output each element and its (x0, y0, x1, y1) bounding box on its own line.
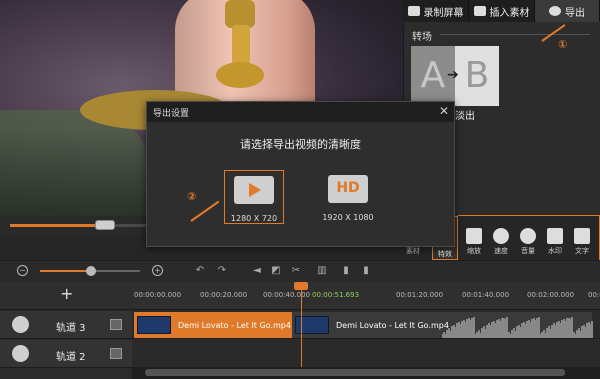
ruler-tick: 00:01:20.000 (396, 291, 444, 299)
ruler-tick: 00:02:2 (588, 291, 600, 299)
hd-video-icon: HD (328, 175, 368, 203)
video-clip-selected[interactable]: Demi Lovato - Let It Go.mp4 (134, 312, 292, 338)
add-track-icon[interactable]: + (60, 286, 74, 302)
film-reel-icon (12, 345, 29, 362)
volume-icon (520, 228, 536, 244)
highlight-frame-top (458, 215, 600, 216)
tab-insert-media[interactable]: 插入素材 (469, 0, 535, 22)
top-tabs: 录制屏幕 插入素材 导出 (403, 0, 600, 22)
zoom-icon (466, 228, 482, 244)
annotation-step-1: ① (558, 38, 568, 51)
option-1080p[interactable]: HD 1920 X 1080 (318, 170, 378, 224)
annotation-arrow-2 (190, 200, 220, 222)
tab-label: 导出 (565, 7, 585, 19)
cut-icon[interactable]: ✂ (290, 265, 302, 277)
zoom-slider-fill (40, 270, 90, 272)
video-play-icon (234, 176, 274, 204)
tool-text[interactable]: 文字 (570, 228, 594, 256)
redo-icon[interactable]: ↷ (216, 265, 228, 277)
vertical-tab-label: 特效 (438, 250, 452, 258)
clip-thumbnail (137, 316, 171, 334)
tool-label: 速度 (494, 247, 508, 255)
video-clip[interactable]: Demi Lovato - Let It Go.mp4 (292, 312, 593, 338)
audio-bars-icon[interactable]: ▮ (340, 265, 352, 277)
annotation-step-2: ② (187, 190, 197, 203)
tool-label: 水印 (548, 247, 562, 255)
tool-zoom[interactable]: 缩放 (462, 228, 486, 256)
seek-handle[interactable] (95, 220, 115, 230)
zoom-in-icon[interactable]: + (152, 265, 163, 276)
clip-label: Demi Lovato - Let It Go.mp4 (178, 321, 291, 330)
lock-icon[interactable] (110, 348, 122, 359)
track-name: 轨道 2 (56, 352, 86, 363)
track-header-2[interactable]: 轨道 2 (0, 340, 132, 368)
tool-label: 文字 (575, 247, 589, 255)
text-pen-icon (574, 228, 590, 244)
delete-icon[interactable]: ▥ (316, 265, 328, 277)
zoom-slider-handle[interactable] (86, 266, 96, 276)
detach-audio-icon[interactable]: ◩ (270, 265, 282, 277)
tab-label: 录制屏幕 (423, 7, 464, 19)
audio-split-icon[interactable]: ▮ (360, 265, 372, 277)
transition-name: 淡出 (455, 111, 475, 122)
seek-progress (10, 224, 105, 227)
ruler-tick: 00:01:40.000 (462, 291, 510, 299)
track-lane-2[interactable] (132, 340, 600, 368)
option-label: 1920 X 1080 (322, 213, 374, 222)
vertical-tab-media[interactable]: 素材 (406, 246, 420, 256)
transition-thumbnail[interactable]: A B ➔ (411, 46, 499, 106)
ruler-tick: 00:00:20.000 (200, 291, 248, 299)
dialog-title-bar (147, 102, 454, 122)
tool-watermark[interactable]: 水印 (543, 228, 567, 256)
option-label: 1280 X 720 (230, 214, 278, 223)
tool-speed[interactable]: 速度 (489, 228, 513, 256)
undo-icon[interactable]: ↶ (194, 265, 206, 277)
ruler-tick: 00:00:00.000 (134, 291, 182, 299)
current-time: 00:00:51.693 (312, 291, 360, 299)
arrow-right-icon: ➔ (447, 67, 459, 83)
zoom-out-icon[interactable]: − (17, 265, 28, 276)
tool-label: 音量 (521, 247, 535, 255)
lock-icon[interactable] (110, 319, 122, 330)
tool-label: 缩放 (467, 247, 481, 255)
export-settings-dialog: 导出设置 ✕ 请选择导出视频的清晰度 1280 X 720 HD 1920 X … (146, 101, 455, 247)
tab-record-screen[interactable]: 录制屏幕 (403, 0, 469, 22)
option-720p[interactable]: 1280 X 720 (224, 170, 284, 224)
tab-export[interactable]: 导出 (535, 0, 600, 22)
close-icon[interactable]: ✕ (439, 104, 449, 118)
film-reel-icon (12, 316, 29, 333)
dialog-title: 导出设置 (153, 109, 190, 119)
ruler-tick: 00:00:40.000 (263, 291, 311, 299)
mute-icon[interactable]: ◄ (251, 265, 263, 277)
tab-label: 插入素材 (489, 7, 530, 19)
speed-icon (493, 228, 509, 244)
waveform-bar (590, 320, 593, 338)
watermark-icon (547, 228, 563, 244)
tool-volume[interactable]: 音量 (516, 228, 540, 256)
clip-label: Demi Lovato - Let It Go.mp4 (336, 321, 449, 330)
playhead-line (301, 282, 302, 367)
image-icon (473, 6, 486, 16)
scrollbar-thumb[interactable] (145, 369, 565, 376)
camera-icon (407, 6, 420, 16)
dialog-prompt: 请选择导出视频的清晰度 (240, 138, 361, 151)
track-name: 轨道 3 (56, 323, 86, 334)
track-header-3[interactable]: 轨道 3 (0, 311, 132, 339)
section-label: 转场 (412, 32, 432, 43)
ruler-tick: 00:02:00.000 (527, 291, 575, 299)
section-divider (440, 34, 590, 35)
film-reel-icon (549, 6, 561, 16)
